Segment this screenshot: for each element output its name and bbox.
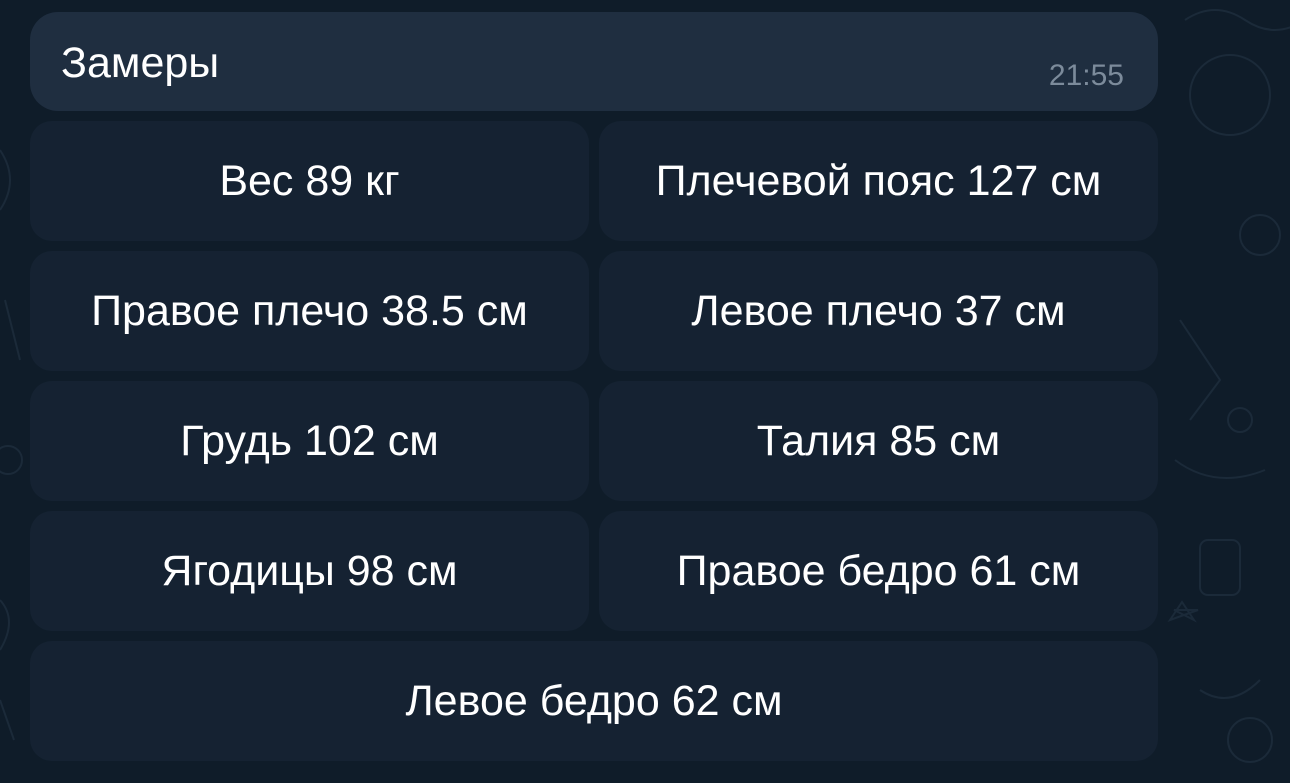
keyboard-row: Вес 89 кг Плечевой пояс 127 см xyxy=(30,121,1158,241)
keyboard-row: Ягодицы 98 см Правое бедро 61 см xyxy=(30,511,1158,631)
keyboard-button-left-shoulder[interactable]: Левое плечо 37 см xyxy=(599,251,1158,371)
keyboard-button-right-thigh[interactable]: Правое бедро 61 см xyxy=(599,511,1158,631)
keyboard-button-waist[interactable]: Талия 85 см xyxy=(599,381,1158,501)
keyboard-row: Грудь 102 см Талия 85 см xyxy=(30,381,1158,501)
keyboard-row: Левое бедро 62 см xyxy=(30,641,1158,761)
keyboard-button-weight[interactable]: Вес 89 кг xyxy=(30,121,589,241)
keyboard-button-shoulder-girdle[interactable]: Плечевой пояс 127 см xyxy=(599,121,1158,241)
keyboard-button-glutes[interactable]: Ягодицы 98 см xyxy=(30,511,589,631)
message-timestamp: 21:55 xyxy=(1048,59,1124,92)
keyboard-button-chest[interactable]: Грудь 102 см xyxy=(30,381,589,501)
keyboard-button-right-shoulder[interactable]: Правое плечо 38.5 см xyxy=(30,251,589,371)
keyboard-row: Правое плечо 38.5 см Левое плечо 37 см xyxy=(30,251,1158,371)
inline-keyboard: Вес 89 кг Плечевой пояс 127 см Правое пл… xyxy=(30,121,1158,771)
message-text: Замеры xyxy=(61,39,220,87)
keyboard-button-left-thigh[interactable]: Левое бедро 62 см xyxy=(30,641,1158,761)
message-bubble: Замеры 21:55 xyxy=(30,12,1158,111)
